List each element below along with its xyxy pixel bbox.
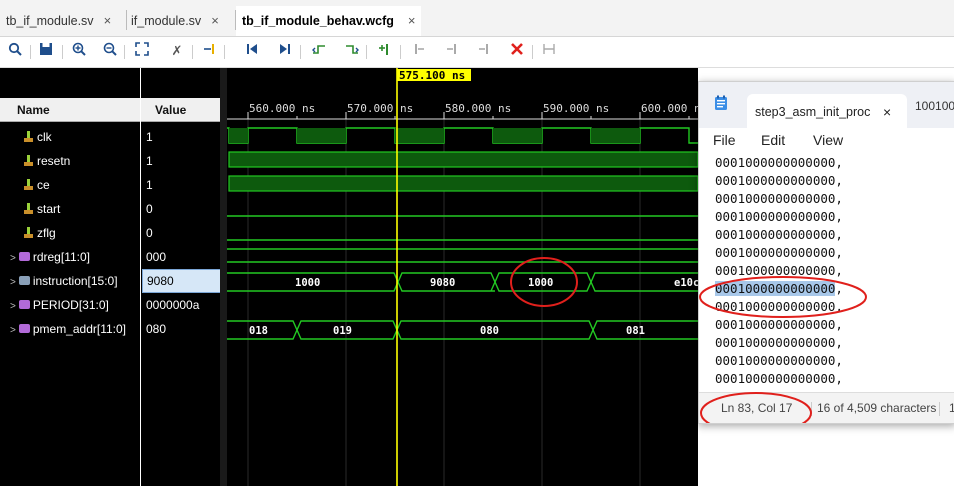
delete-icon[interactable] [508,42,526,60]
signal-row-clk[interactable]: clk [24,125,52,149]
waveform-toolbar: ✗ [0,37,954,68]
chevron-right-icon[interactable]: > [10,325,16,336]
tab-tb-if-module-sv[interactable]: tb_if_module.sv × [6,6,111,36]
signal-value-selected: 9080 [142,269,221,293]
zoom-out-icon[interactable] [101,42,119,60]
go-to-marker-icon[interactable] [200,42,218,60]
add-marker-icon[interactable] [376,42,394,60]
bus-signal-icon [18,300,30,309]
instruction-segment-label: 1000 [528,277,553,289]
tab-if-module-sv[interactable]: if_module.sv × [131,6,219,36]
signal-row-zflg[interactable]: zflg [24,221,56,245]
panel-splitter[interactable] [220,68,227,486]
signal-row-resetn[interactable]: resetn [24,149,70,173]
bus-signal-icon [18,252,30,261]
annotation-circle [699,276,867,318]
previous-transition-icon[interactable] [310,42,328,60]
pmem-segment-label: 081 [626,325,645,337]
signal-value: 0 [146,226,153,240]
signal-value: 080 [146,322,167,336]
time-label: 590.000 ns [543,102,609,115]
chevron-right-icon[interactable]: > [10,253,16,264]
bus-signal-icon [18,276,30,285]
instruction-segment-label: 1000 [295,277,320,289]
pmem-segment-label: 019 [333,325,352,337]
pmem-segment-label: 080 [480,325,499,337]
signal-row-pmem-addr[interactable]: > pmem_addr[11:0] [10,317,126,341]
time-label: 570.000 ns [347,102,413,115]
annotation-circle [700,392,812,423]
go-to-end-icon[interactable] [276,42,294,60]
bit-signal-icon [24,131,33,142]
zoom-fit-icon[interactable] [133,42,151,60]
signal-row-period[interactable]: > PERIOD[31:0] [10,293,109,317]
signal-value: 0 [146,202,153,216]
signal-value: 1 [146,130,153,144]
chevron-right-icon[interactable]: > [10,301,16,312]
close-icon[interactable]: × [408,13,416,28]
signal-value-panel: Value 1 1 1 0 0 000 9080 0000000a 080 [141,68,221,486]
signal-value: 000 [146,250,167,264]
next-transition-icon[interactable] [343,42,361,60]
waveform-view[interactable]: 560.000 ns 570.000 ns 580.000 ns 590.000… [227,68,698,486]
cursor-icon[interactable]: ✗ [168,42,186,60]
cursor-time-label: 575.100 ns [399,69,465,82]
snap-icon[interactable] [540,42,558,60]
pmem-segment-label: 018 [249,325,268,337]
chevron-right-icon[interactable]: > [10,277,16,288]
signal-row-ce[interactable]: ce [24,173,50,197]
time-label: 580.000 ns [445,102,511,115]
time-label: 560.000 ns [249,102,315,115]
bit-signal-icon [24,203,33,214]
signal-name-panel: Name clk resetn ce start zflg > rdreg[11:… [0,68,140,486]
signal-value: 1 [146,178,153,192]
signal-row-rdreg[interactable]: > rdreg[11:0] [10,245,90,269]
instruction-segment-label: 9080 [430,277,455,289]
bit-signal-icon [24,179,33,190]
go-to-start-icon[interactable] [243,42,261,60]
instruction-segment-label: e10c [674,277,698,289]
value-column-header[interactable]: Value [141,98,220,122]
next-marker-icon[interactable] [443,42,461,60]
close-icon[interactable]: × [104,13,112,28]
tab-tb-if-module-behav-wcfg[interactable]: tb_if_module_behav.wcfg × [236,6,422,36]
notepad-window: step3_asm_init_proc × 100100 File Edit V… [698,81,954,424]
ce-waveform [228,175,698,192]
editor-tab-bar: tb_if_module.sv × if_module.sv × tb_if_mod… [0,0,954,37]
time-label: 600.000 ns [641,102,698,115]
zoom-in-icon[interactable] [70,42,88,60]
signal-value: 1 [146,154,153,168]
bus-signal-icon [18,324,30,333]
save-icon[interactable] [37,42,55,60]
resetn-waveform [228,151,698,168]
bit-signal-icon [24,155,33,166]
rdreg-bus [227,248,698,263]
signal-row-start[interactable]: start [24,197,60,221]
bit-signal-icon [24,227,33,238]
search-icon[interactable] [6,42,24,60]
close-icon[interactable]: × [211,13,219,28]
swap-cursors-icon[interactable] [476,42,494,60]
signal-value: 0000000a [146,298,200,312]
name-column-header[interactable]: Name [0,98,140,122]
signal-row-instruction[interactable]: > instruction[15:0] [10,269,118,293]
previous-marker-icon[interactable] [410,42,428,60]
